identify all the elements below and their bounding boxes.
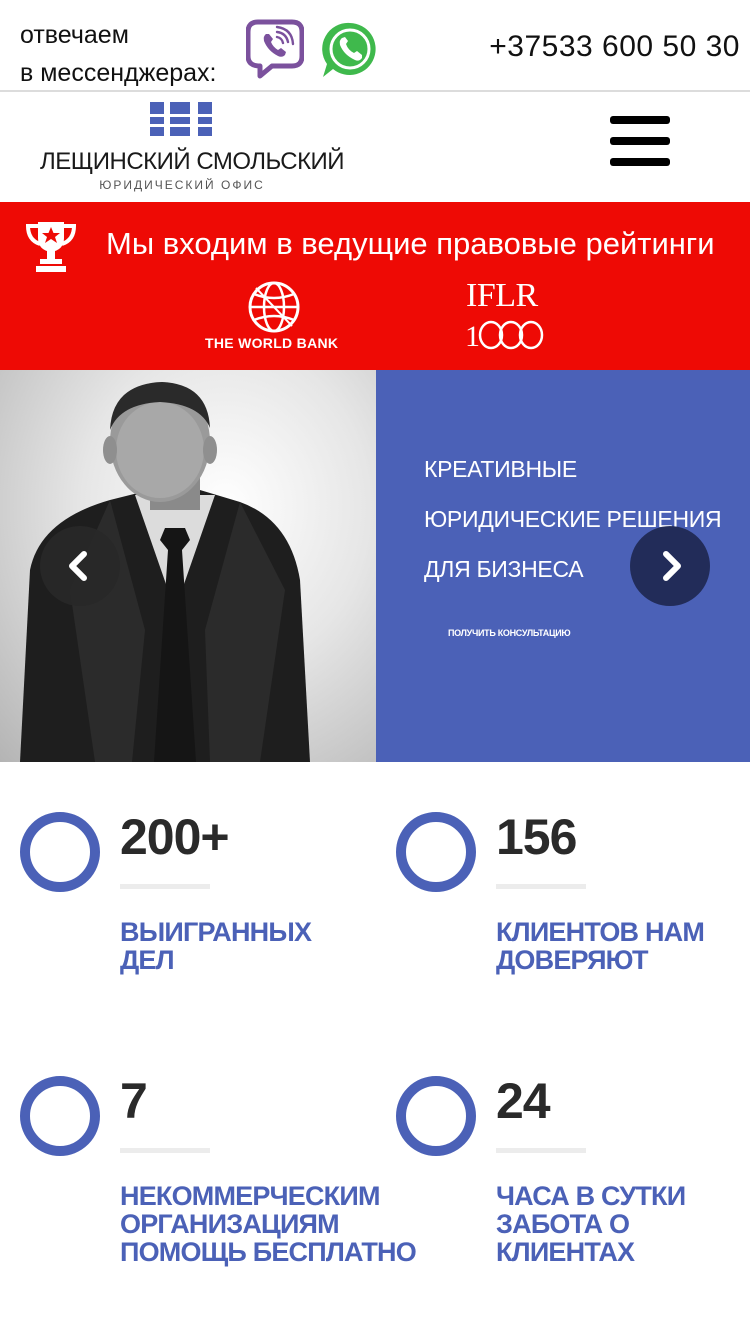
messenger-caption-line2: в мессенджерах:: [20, 59, 217, 87]
menu-bar: [610, 137, 670, 145]
world-bank-globe-icon[interactable]: [246, 280, 302, 334]
stat-divider: [496, 884, 586, 889]
stat-number: 200+: [120, 809, 230, 865]
messenger-caption: отвечаем в мессенджерах:: [20, 16, 217, 92]
stat-label: НЕКОММЕРЧЕСКИМ ОРГАНИЗАЦИЯМ ПОМОЩЬ БЕСПЛ…: [120, 1181, 417, 1267]
stat-item: 24 ЧАСА В СУТКИ ЗАБОТА О КЛИЕНТАХ: [396, 1073, 736, 1306]
stat-divider: [120, 1148, 210, 1153]
chevron-left-icon: [69, 551, 87, 581]
logo-name[interactable]: ЛЕЩИНСКИЙ СМОЛЬСКИЙ: [40, 148, 345, 176]
iflr-logo-text[interactable]: IFLR: [466, 278, 538, 314]
stat-number: 7: [120, 1073, 148, 1129]
menu-bar: [610, 116, 670, 124]
messenger-caption-line1: отвечаем: [20, 21, 129, 49]
stat-number: 24: [496, 1073, 551, 1129]
stat-label: КЛИЕНТОВ НАМ ДОВЕРЯЮТ: [496, 917, 705, 975]
hero-heading-line1: КРЕАТИВНЫЕ: [424, 456, 577, 482]
iflr-1000-digit: 1: [465, 320, 480, 350]
stat-divider: [496, 1148, 586, 1153]
stat-circle-icon: [396, 1076, 476, 1156]
stat-circle-icon: [20, 812, 100, 892]
top-bar: отвечаем в мессенджерах: +37533 600 50 3…: [0, 0, 750, 92]
stat-item: 200+ ВЫИГРАННЫХ ДЕЛ: [20, 809, 360, 1042]
stat-number: 156: [496, 809, 577, 865]
menu-icon[interactable]: [610, 116, 670, 168]
stat-item: 156 КЛИЕНТОВ НАМ ДОВЕРЯЮТ: [396, 809, 736, 1042]
stat-divider: [120, 884, 210, 889]
get-consultation-link[interactable]: ПОЛУЧИТЬ КОНСУЛЬТАЦИЮ: [448, 628, 571, 638]
stat-item: 7 НЕКОММЕРЧЕСКИМ ОРГАНИЗАЦИЯМ ПОМОЩЬ БЕС…: [20, 1073, 417, 1306]
iflr-1000-logo[interactable]: 1: [464, 318, 548, 350]
logo-mark-icon[interactable]: [150, 102, 212, 136]
slider-prev-button[interactable]: [40, 526, 120, 606]
chevron-right-icon: [663, 551, 681, 581]
ratings-title: Мы входим в ведущие правовые рейтинги: [106, 226, 715, 261]
logo-subtitle: ЮРИДИЧЕСКИЙ ОФИС: [99, 178, 265, 192]
site-header: ЛЕЩИНСКИЙ СМОЛЬСКИЙ ЮРИДИЧЕСКИЙ ОФИС: [0, 92, 750, 202]
phone-number-link[interactable]: +37533 600 50 30: [489, 30, 740, 64]
viber-icon[interactable]: [246, 18, 304, 80]
ratings-banner: Мы входим в ведущие правовые рейтинги TH…: [0, 202, 750, 370]
stat-circle-icon: [396, 812, 476, 892]
hero-slider[interactable]: КРЕАТИВНЫЕ ЮРИДИЧЕСКИЕ РЕШЕНИЯ ДЛЯ БИЗНЕ…: [0, 370, 750, 762]
trophy-icon: [25, 222, 77, 272]
stat-label: ЧАСА В СУТКИ ЗАБОТА О КЛИЕНТАХ: [496, 1181, 686, 1267]
hero-heading-line3: ДЛЯ БИЗНЕСА: [424, 556, 584, 582]
stat-label: ВЫИГРАННЫХ ДЕЛ: [120, 917, 312, 975]
menu-bar: [610, 158, 670, 166]
whatsapp-icon[interactable]: [320, 20, 380, 80]
stat-circle-icon: [20, 1076, 100, 1156]
slider-next-button[interactable]: [630, 526, 710, 606]
world-bank-label[interactable]: THE WORLD BANK: [205, 335, 338, 351]
